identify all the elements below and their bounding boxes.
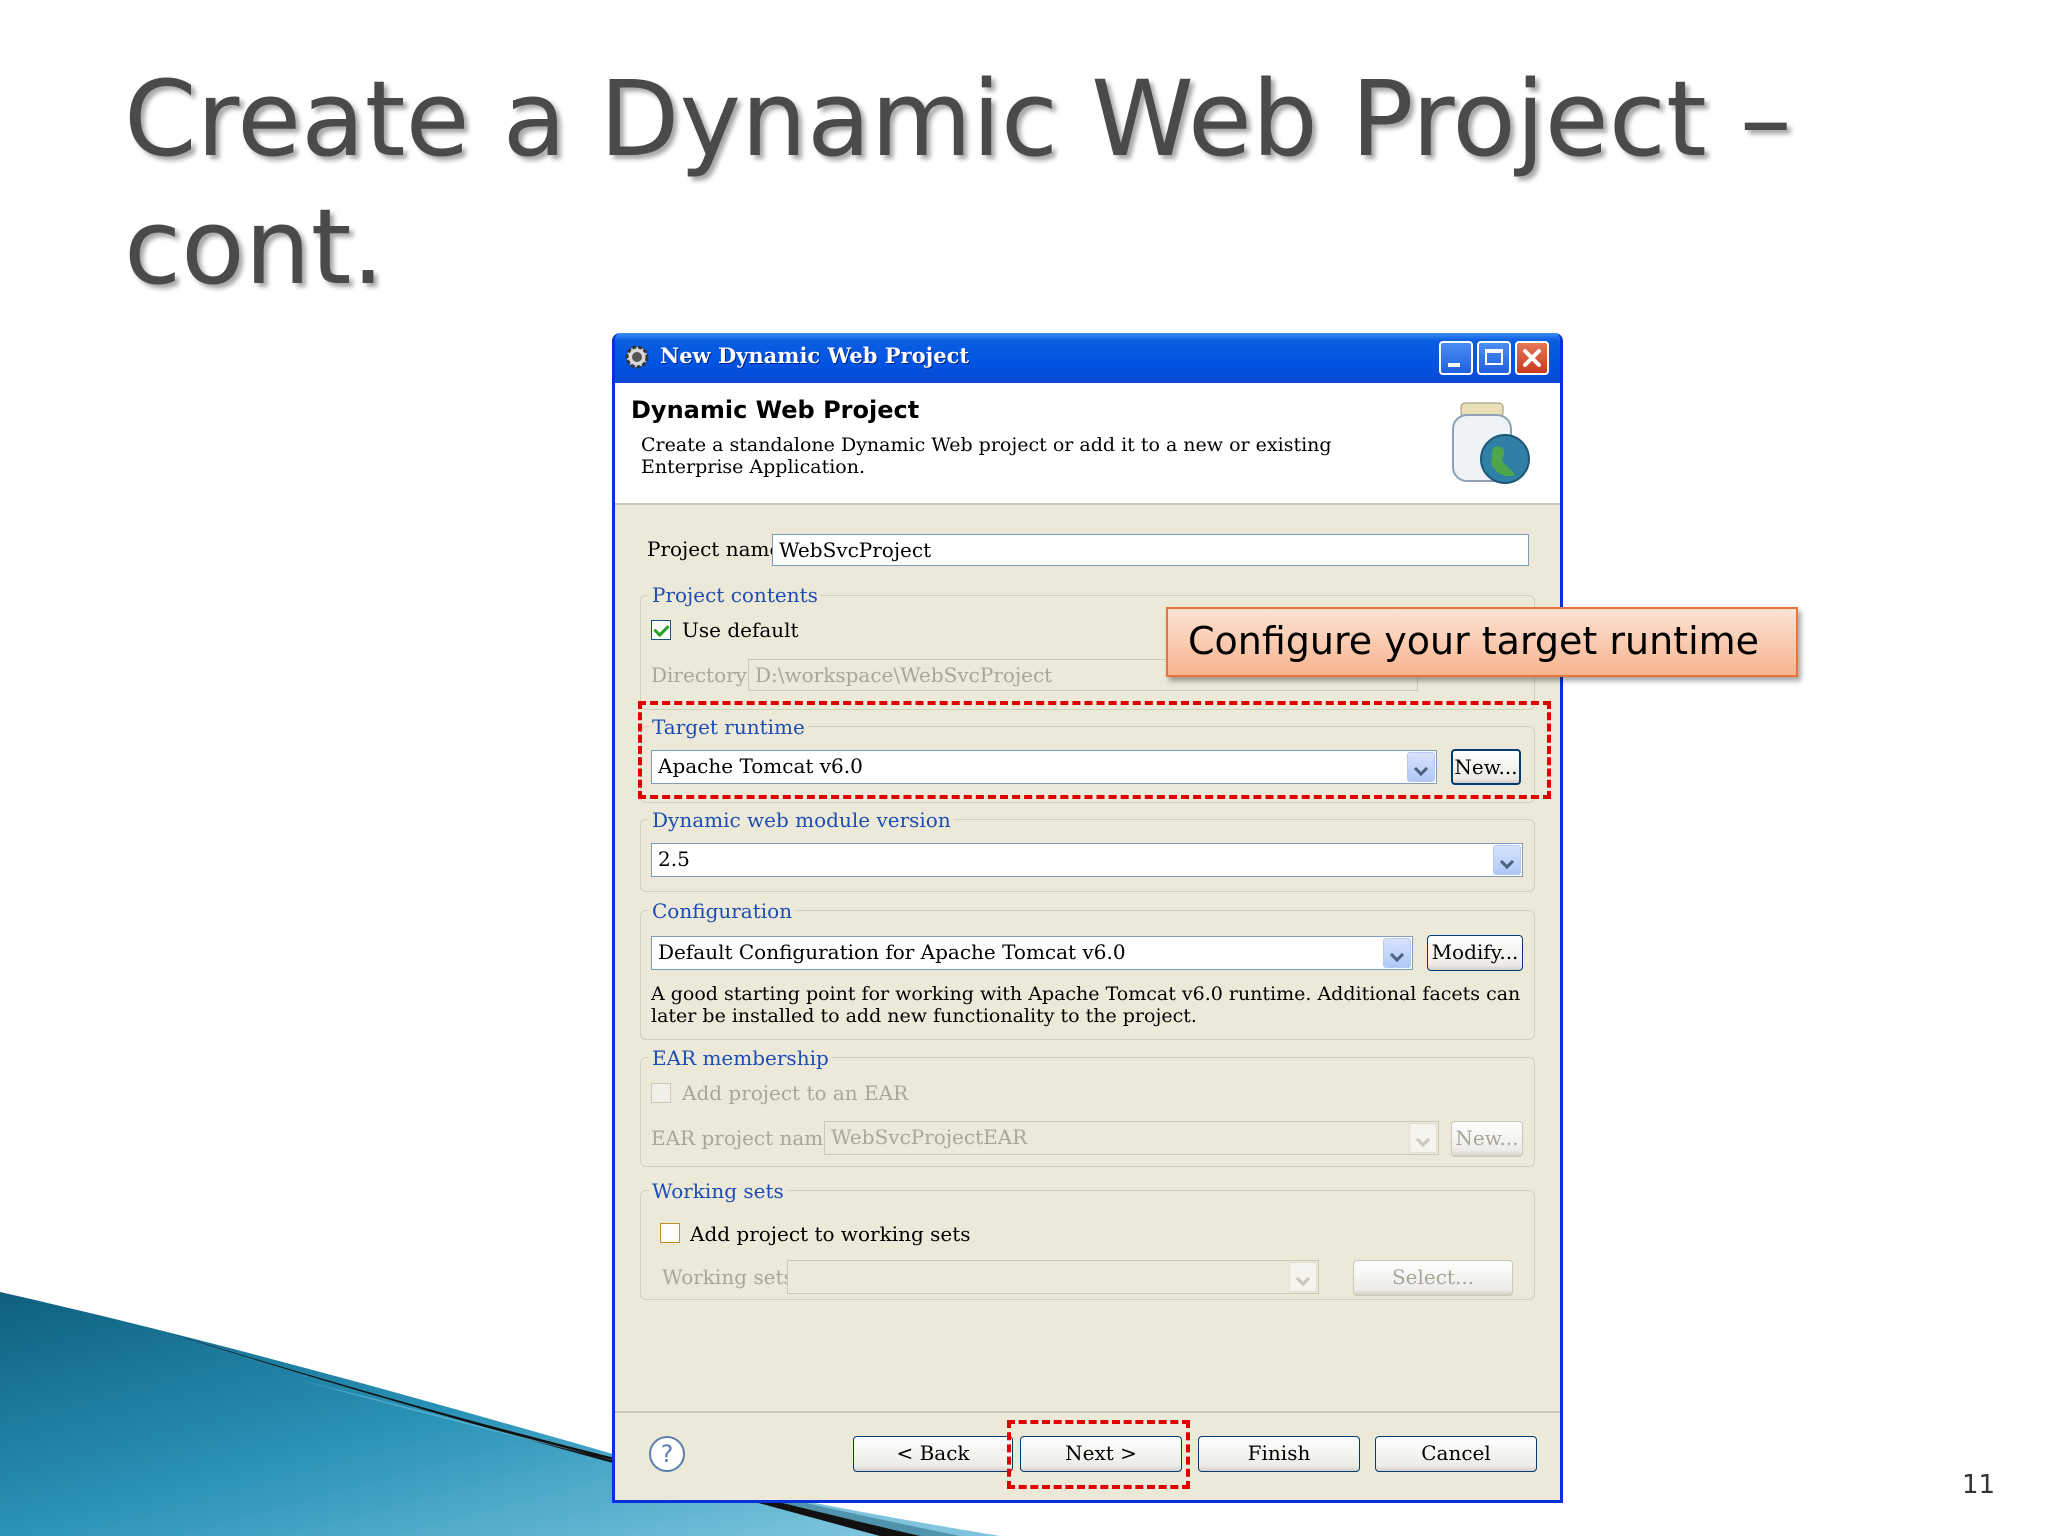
module-version-label: Dynamic web module version bbox=[649, 808, 954, 832]
ear-project-dropdown[interactable]: WebSvcProjectEAR bbox=[824, 1121, 1439, 1155]
maximize-button[interactable] bbox=[1477, 341, 1511, 375]
wizard-page-title: Dynamic Web Project bbox=[631, 396, 920, 424]
add-to-working-sets-checkbox[interactable] bbox=[660, 1223, 680, 1243]
checkmark-icon bbox=[653, 620, 670, 638]
close-button[interactable] bbox=[1515, 341, 1549, 375]
next-highlight-box bbox=[1007, 1420, 1190, 1489]
footer-divider bbox=[615, 1411, 1560, 1413]
slide-number: 11 bbox=[1962, 1470, 1996, 1500]
wizard-header: Dynamic Web Project Create a standalone … bbox=[615, 383, 1560, 505]
maximize-icon bbox=[1485, 349, 1503, 365]
new-project-dialog: New Dynamic Web Project Dynamic Web Proj… bbox=[612, 333, 1563, 1503]
use-default-checkbox[interactable] bbox=[651, 620, 671, 640]
add-to-ear-checkbox[interactable] bbox=[651, 1083, 671, 1103]
minimize-icon bbox=[1448, 363, 1460, 367]
configuration-value: Default Configuration for Apache Tomcat … bbox=[658, 940, 1126, 964]
project-name-input[interactable]: WebSvcProject bbox=[772, 534, 1529, 566]
chevron-down-icon[interactable] bbox=[1493, 845, 1521, 875]
window-titlebar[interactable]: New Dynamic Web Project bbox=[615, 333, 1560, 383]
chevron-down-icon[interactable] bbox=[1289, 1262, 1317, 1292]
slide-title: Create a Dynamic Web Project – cont. bbox=[124, 58, 1792, 308]
wizard-page-description: Create a standalone Dynamic Web project … bbox=[641, 434, 1332, 478]
module-version-dropdown[interactable]: 2.5 bbox=[651, 843, 1523, 877]
finish-button[interactable]: Finish bbox=[1198, 1436, 1360, 1472]
modify-configuration-button[interactable]: Modify... bbox=[1427, 935, 1523, 971]
project-contents-label: Project contents bbox=[649, 583, 821, 607]
project-name-label: Project name: bbox=[647, 537, 789, 561]
add-to-ear-label: Add project to an EAR bbox=[682, 1081, 909, 1105]
directory-label: Directory: bbox=[651, 663, 754, 687]
ear-membership-label: EAR membership bbox=[649, 1046, 832, 1070]
module-version-value: 2.5 bbox=[658, 847, 690, 871]
new-ear-button[interactable]: New... bbox=[1451, 1121, 1523, 1157]
configuration-dropdown[interactable]: Default Configuration for Apache Tomcat … bbox=[651, 936, 1413, 970]
close-icon bbox=[1523, 349, 1541, 367]
working-sets-dropdown[interactable] bbox=[787, 1260, 1319, 1294]
add-to-working-sets-label: Add project to working sets bbox=[690, 1222, 971, 1246]
web-project-jar-globe-icon bbox=[1452, 402, 1530, 484]
use-default-label: Use default bbox=[682, 618, 799, 642]
minimize-button[interactable] bbox=[1439, 341, 1473, 375]
select-working-sets-button[interactable]: Select... bbox=[1353, 1260, 1513, 1296]
chevron-down-icon[interactable] bbox=[1409, 1123, 1437, 1153]
callout-box: Configure your target runtime bbox=[1166, 607, 1798, 677]
help-icon[interactable]: ? bbox=[649, 1436, 685, 1472]
eclipse-gear-icon bbox=[625, 345, 649, 369]
chevron-down-icon[interactable] bbox=[1383, 938, 1411, 968]
working-sets-label: Working sets bbox=[649, 1179, 787, 1203]
ear-project-value: WebSvcProjectEAR bbox=[831, 1125, 1028, 1149]
ear-project-name-label: EAR project name: bbox=[651, 1126, 842, 1150]
cancel-button[interactable]: Cancel bbox=[1375, 1436, 1537, 1472]
back-button[interactable]: < Back bbox=[853, 1436, 1013, 1472]
window-title: New Dynamic Web Project bbox=[660, 343, 970, 368]
configuration-description: A good starting point for working with A… bbox=[651, 983, 1521, 1027]
configuration-label: Configuration bbox=[649, 899, 796, 923]
working-sets-field-label: Working sets: bbox=[662, 1265, 801, 1289]
runtime-highlight-box bbox=[638, 701, 1551, 799]
